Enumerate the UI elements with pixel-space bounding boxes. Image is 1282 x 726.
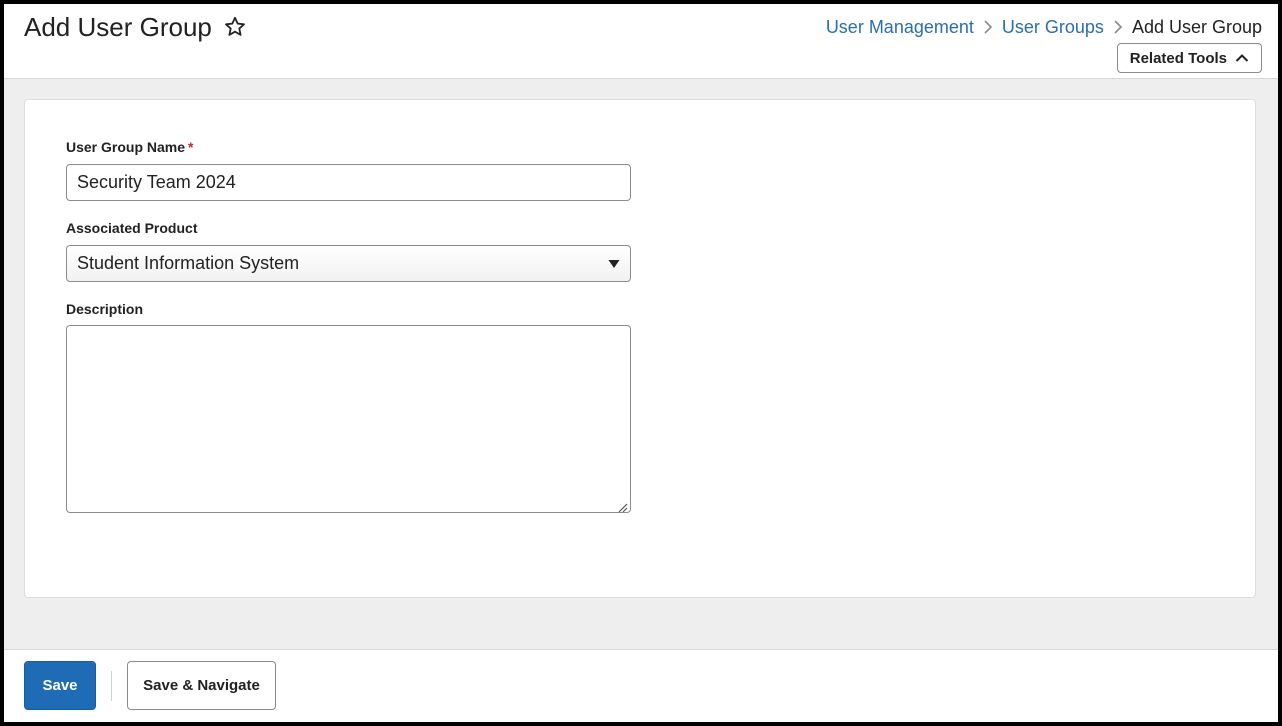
- associated-product-select[interactable]: Student Information System: [66, 245, 631, 282]
- breadcrumb-current: Add User Group: [1131, 17, 1262, 37]
- caret-down-icon: [608, 253, 620, 274]
- chevron-right-icon: [974, 20, 1002, 34]
- related-tools-label: Related Tools: [1129, 49, 1227, 67]
- page-title: Add User Group: [24, 12, 212, 42]
- breadcrumb-user-management[interactable]: User Management: [826, 16, 974, 38]
- required-marker: *: [188, 139, 194, 155]
- breadcrumb: User Management User Groups Add User Gro…: [826, 16, 1262, 38]
- page-header: Add User Group User Management User Grou…: [4, 4, 1278, 79]
- chevron-up-icon: [1235, 50, 1249, 67]
- description-label: Description: [66, 301, 144, 317]
- star-icon[interactable]: [222, 14, 248, 40]
- chevron-right-icon: [1104, 20, 1132, 34]
- page-title-row: Add User Group: [24, 12, 248, 42]
- resize-grip-icon[interactable]: [616, 500, 628, 513]
- form-card: User Group Name* Associated Product Stud…: [24, 99, 1256, 598]
- user-group-name-label-text: User Group Name: [66, 139, 186, 155]
- related-tools-button[interactable]: Related Tools: [1116, 43, 1262, 73]
- associated-product-value: Student Information System: [77, 253, 300, 273]
- description-textarea[interactable]: [66, 325, 631, 513]
- associated-product-label: Associated Product: [66, 220, 198, 236]
- action-footer: Save Save & Navigate: [4, 649, 1278, 722]
- footer-divider: [111, 671, 112, 701]
- save-and-navigate-button[interactable]: Save & Navigate: [127, 661, 276, 710]
- user-group-name-input[interactable]: [66, 164, 631, 201]
- user-group-name-label: User Group Name *: [66, 139, 194, 155]
- app-window: Add User Group User Management User Grou…: [0, 0, 1282, 726]
- save-button[interactable]: Save: [24, 661, 96, 710]
- breadcrumb-user-groups[interactable]: User Groups: [1002, 16, 1104, 38]
